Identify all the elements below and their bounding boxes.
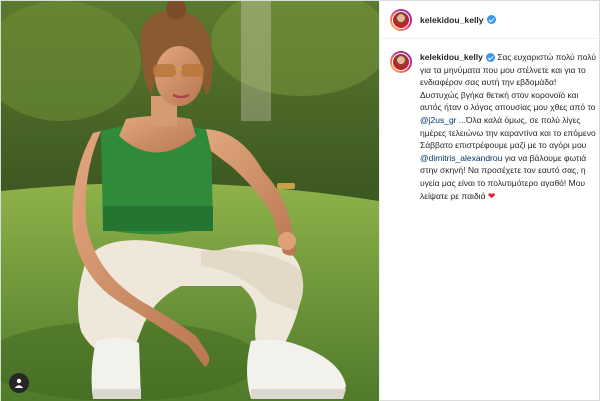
header-username[interactable]: kelekidou_kelly [420,15,484,25]
post-photo-illustration [1,1,379,401]
instagram-post: kelekidou_kelly kelekidou_kelly Σας ευχα… [0,0,600,401]
verified-badge-icon [486,15,496,24]
user-tag-icon[interactable] [9,373,29,393]
post-photo[interactable] [1,1,379,401]
post-sidebar: kelekidou_kelly kelekidou_kelly Σας ευχα… [379,1,600,401]
red-heart-icon: ❤ [487,190,496,201]
verified-badge-icon [485,53,495,63]
caption-text: kelekidou_kelly Σας ευχαριστώ πολύ πολύ … [420,51,596,202]
mention-dimitris-alexandrou[interactable]: @dimitris_alexandrou [420,153,502,163]
caption-username[interactable]: kelekidou_kelly [420,52,483,62]
avatar[interactable] [390,8,412,31]
caption-comment: kelekidou_kelly Σας ευχαριστώ πολύ πολύ … [390,51,596,202]
post-header: kelekidou_kelly [380,1,600,39]
caption-avatar[interactable] [390,51,412,73]
mention-j2us[interactable]: @j2us_gr [420,115,457,125]
